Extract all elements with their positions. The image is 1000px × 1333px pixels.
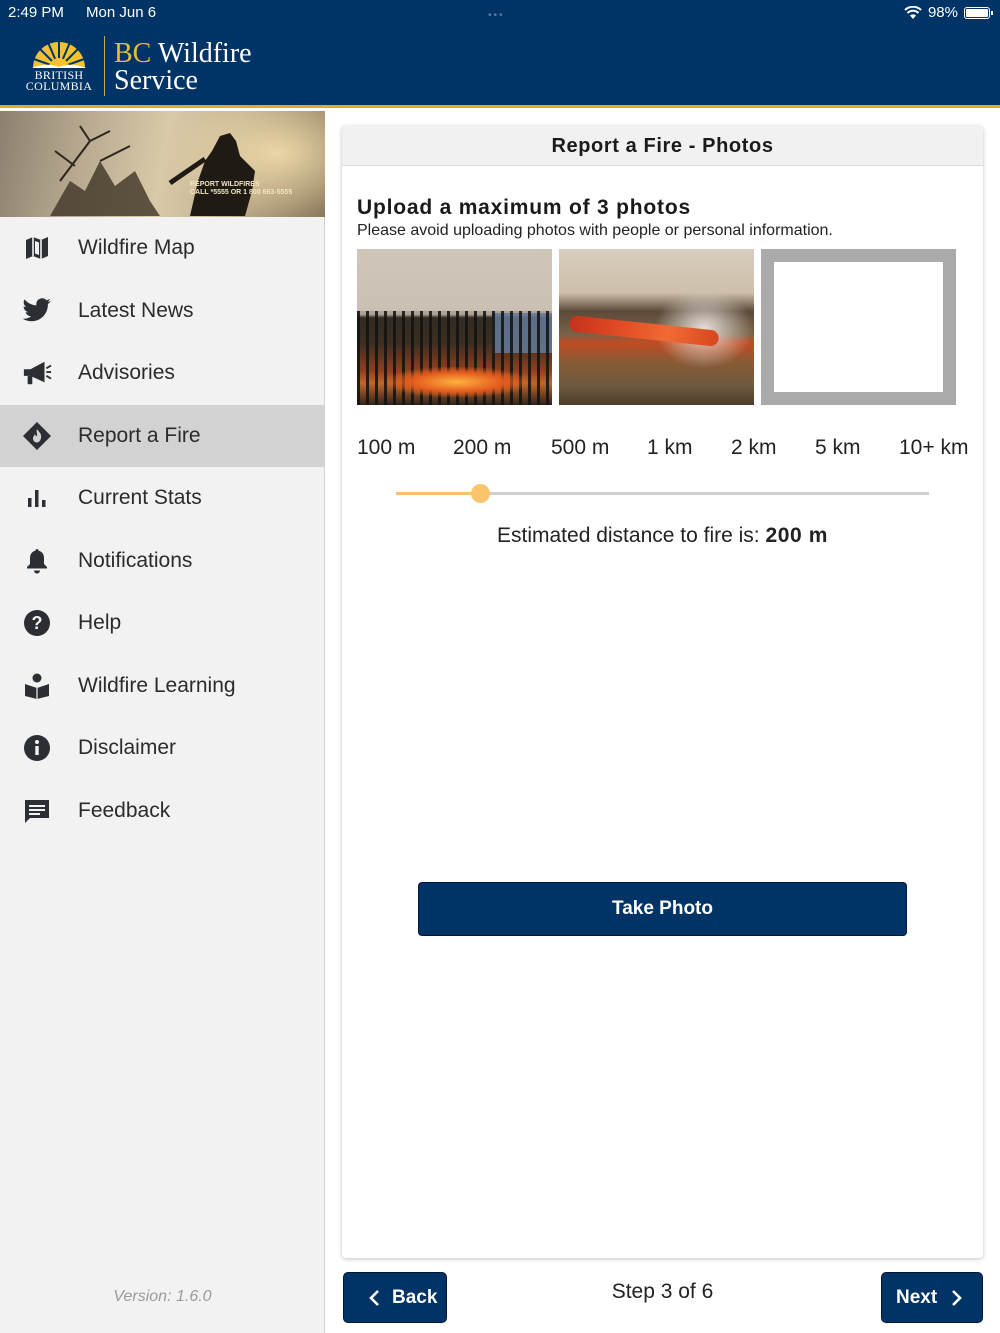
sidebar-item-label: Notifications [78,548,193,572]
sidebar-item-label: Report a Fire [78,423,201,447]
next-button-label: Next [896,1286,938,1308]
distance-estimate: Estimated distance to fire is: 200 m [497,524,828,547]
info-icon [22,733,52,763]
banner-caption: REPORT WILDFIRES CALL *5555 OR 1 800 663… [190,181,293,196]
bell-icon [22,546,52,576]
sidebar-item-label: Disclaimer [78,736,177,760]
distance-option-label[interactable]: 100 m [357,436,415,460]
sidebar-item-report-a-fire[interactable]: Report a Fire [0,404,324,467]
fire-report-icon [22,421,52,451]
sidebar-item-latest-news[interactable]: Latest News [0,280,324,343]
report-photos-card: Report a Fire - Photos Upload a maximum … [342,126,983,1258]
learning-icon [22,671,52,701]
photo-thumbnail-1[interactable] [357,249,552,405]
feedback-icon [22,796,52,826]
battery-percent: 98% [927,4,958,21]
multitask-indicator: ••• [488,10,505,21]
sidebar-item-wildfire-map[interactable]: Wildfire Map [0,217,324,280]
report-wildfires-banner: REPORT WILDFIRES CALL *5555 OR 1 800 663… [0,111,325,217]
megaphone-icon [22,358,52,388]
photo-grid [357,249,956,405]
battery-icon [964,6,993,19]
sidebar-item-notifications[interactable]: Notifications [0,530,324,593]
svg-text:?: ? [32,613,43,633]
sidebar-item-label: Current Stats [78,486,202,510]
page-title: Report a Fire - Photos [342,126,983,166]
distance-option-label[interactable]: 2 km [731,436,777,460]
empty-photo-slot[interactable] [761,249,956,405]
logo-divider [104,36,105,96]
map-icon [22,233,52,263]
sidebar-item-label: Wildfire Learning [78,673,236,697]
distance-option-label[interactable]: 1 km [647,436,693,460]
chevron-right-icon [947,1288,967,1308]
sidebar-item-label: Help [78,611,122,635]
distance-value: 200 m [765,524,828,547]
sidebar: REPORT WILDFIRES CALL *5555 OR 1 800 663… [0,111,325,1333]
upload-title: Upload a maximum of 3 photos [357,196,691,219]
status-indicators: 98% [904,4,993,21]
sidebar-item-disclaimer[interactable]: Disclaimer [0,717,324,780]
distance-scale: 100 m 200 m 500 m 1 km 2 km 5 km 10+ km [357,436,969,462]
status-date: Mon Jun 6 [86,4,157,21]
bar-chart-icon [22,483,52,513]
status-bar: 2:49 PM Mon Jun 6 ••• 98% [0,0,1000,26]
sidebar-item-label: Feedback [78,798,171,822]
next-button[interactable]: Next [881,1272,983,1323]
app-version: Version: 1.6.0 [113,1288,212,1305]
slider-fill [396,492,480,495]
photo-thumbnail-2[interactable] [559,249,754,405]
sidebar-item-help[interactable]: ? Help [0,592,324,655]
sidebar-item-feedback[interactable]: Feedback [0,780,324,843]
sidebar-item-current-stats[interactable]: Current Stats [0,467,324,530]
upload-instructions: Please avoid uploading photos with peopl… [357,222,833,239]
distance-option-label[interactable]: 500 m [551,436,609,460]
status-time: 2:49 PM [8,4,64,21]
sidebar-item-label: Advisories [78,361,175,385]
app-header: 2:49 PM Mon Jun 6 ••• 98% BRITISH COLUMB… [0,0,1000,108]
firefighter-silhouette [50,125,255,216]
slider-thumb[interactable] [471,484,490,503]
wifi-icon [904,5,922,19]
sidebar-item-advisories[interactable]: Advisories [0,342,324,405]
province-wordmark: BRITISH COLUMBIA [25,68,93,93]
distance-slider[interactable] [396,484,929,503]
distance-option-label[interactable]: 5 km [815,436,861,460]
sidebar-menu: Wildfire Map Latest News Advisories Repo… [0,217,324,842]
distance-option-label[interactable]: 10+ km [899,436,968,460]
take-photo-button[interactable]: Take Photo [418,882,907,936]
bc-wildfire-logo: BRITISH COLUMBIA BC Wildfire Service [22,34,262,100]
sidebar-item-wildfire-learning[interactable]: Wildfire Learning [0,655,324,718]
help-icon: ? [22,608,52,638]
distance-option-label[interactable]: 200 m [453,436,511,460]
twitter-icon [22,296,52,326]
sidebar-item-label: Latest News [78,298,194,322]
service-wordmark: BC Wildfire Service [114,38,252,96]
sidebar-item-label: Wildfire Map [78,236,195,260]
